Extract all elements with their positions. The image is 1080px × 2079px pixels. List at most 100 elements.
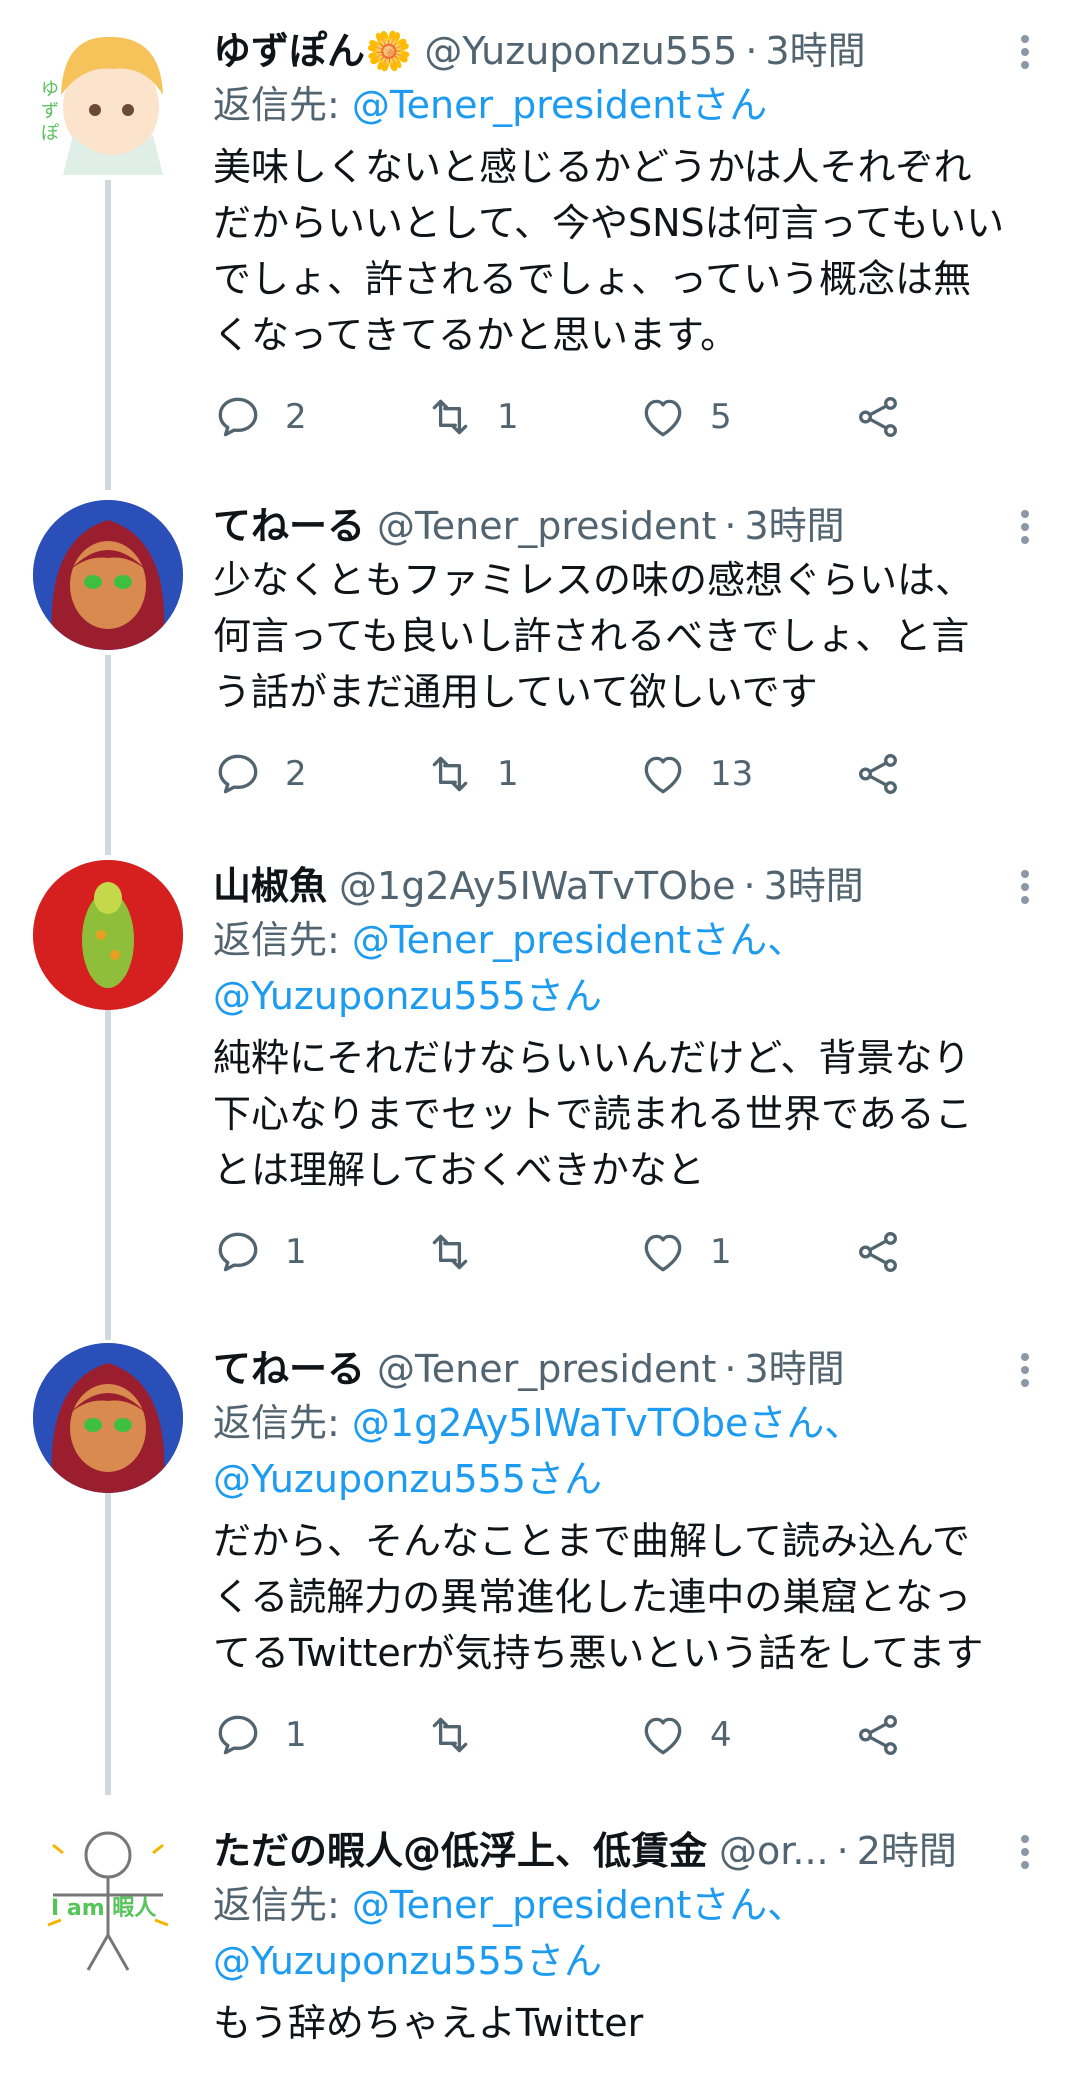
reply-icon: [218, 397, 258, 437]
more-options-icon[interactable]: [1010, 864, 1040, 910]
tweet-header: てねーる @Tener_president · 3時間: [213, 500, 1020, 552]
separator-dot: ·: [745, 29, 758, 73]
avatar[interactable]: [33, 860, 183, 1010]
like-count: 4: [710, 1715, 732, 1755]
retweet-button[interactable]: 1: [425, 387, 519, 447]
reply-to-label: 返信先:: [213, 1883, 340, 1927]
more-options-icon[interactable]: [1010, 504, 1040, 550]
more-options-icon[interactable]: [1010, 1347, 1040, 1393]
display-name[interactable]: ただの暇人@低浮上、低賃金: [213, 1825, 707, 1877]
reply-to-label: 返信先:: [213, 1401, 340, 1445]
retweet-count: 1: [497, 397, 519, 437]
retweet-icon: [432, 399, 468, 435]
reply-count: 2: [285, 397, 307, 437]
reply-button[interactable]: 1: [213, 1222, 307, 1282]
user-handle[interactable]: @1g2Ay5IWaTvTObe: [339, 860, 736, 912]
display-name[interactable]: てねーる: [213, 500, 365, 552]
reply-mention[interactable]: @Tener_presidentさん: [352, 83, 767, 127]
thread-line: [105, 1010, 111, 1340]
user-handle[interactable]: @Tener_president: [377, 1343, 716, 1395]
like-count: 5: [710, 397, 732, 437]
retweet-button[interactable]: 1: [425, 744, 519, 804]
svg-text:ゆ: ゆ: [41, 79, 59, 100]
reply-button[interactable]: 2: [213, 387, 307, 447]
separator-dot: ·: [836, 1829, 849, 1873]
tweet-text: 純粋にそれだけならいいんだけど、背景なり 下心なりまでセットで読まれる世界である…: [213, 1036, 973, 1192]
reply-to: 返信先: @Tener_presidentさん: [213, 77, 1020, 133]
heart-icon: [644, 756, 682, 794]
reply-count: 2: [285, 754, 307, 794]
reply-icon: [218, 1715, 258, 1755]
user-handle[interactable]: @Yuzuponzu555: [424, 25, 737, 77]
separator-dot: ·: [724, 504, 737, 548]
user-handle[interactable]: @Tener_president: [377, 500, 716, 552]
more-options-icon[interactable]: [1010, 29, 1040, 75]
share-icon: [859, 754, 897, 795]
like-count: 1: [710, 1232, 732, 1272]
reply-count: 1: [285, 1232, 307, 1272]
tweet-text: だから、そんなことまで曲解して読み込んで くる読解力の異常進化した連中の巣窟とな…: [213, 1519, 984, 1675]
separator-dot: ·: [743, 864, 756, 908]
action-bar: 2 1 13: [213, 744, 1020, 804]
timestamp[interactable]: 3時間: [765, 25, 865, 77]
like-button[interactable]: 5: [638, 387, 732, 447]
timestamp[interactable]: 3時間: [744, 1343, 844, 1395]
avatar[interactable]: [33, 1343, 183, 1493]
reply-button[interactable]: 1: [213, 1705, 307, 1765]
user-handle[interactable]: @or...: [719, 1825, 829, 1877]
reply-to: 返信先: @Tener_presidentさん、 @Yuzuponzu555さん: [213, 912, 1020, 1024]
reply-to: 返信先: @1g2Ay5IWaTvTObeさん、 @Yuzuponzu555さん: [213, 1395, 1020, 1507]
avatar[interactable]: ゆ ず ぽ: [33, 25, 183, 175]
reply-to: 返信先: @Tener_presidentさん、 @Yuzuponzu555さん: [213, 1877, 1020, 1989]
like-count: 13: [710, 754, 754, 794]
thread-line: [105, 655, 111, 855]
avatar[interactable]: I am 暇人: [33, 1825, 183, 1975]
share-icon: [859, 1232, 897, 1273]
retweet-button[interactable]: [425, 1222, 497, 1282]
like-button[interactable]: 13: [638, 744, 753, 804]
share-button[interactable]: [853, 387, 903, 447]
separator-dot: ·: [724, 1347, 737, 1391]
reply-icon: [218, 754, 258, 794]
share-icon: [859, 1715, 897, 1756]
reply-to-label: 返信先:: [213, 918, 340, 962]
share-button[interactable]: [853, 1222, 903, 1282]
timestamp[interactable]: 3時間: [764, 860, 864, 912]
retweet-icon: [432, 756, 468, 792]
tweet-header: 山椒魚 @1g2Ay5IWaTvTObe · 3時間: [213, 860, 1020, 912]
retweet-button[interactable]: [425, 1705, 497, 1765]
display-name[interactable]: ゆずぽん🌼: [213, 25, 412, 77]
tweet-header: ゆずぽん🌼 @Yuzuponzu555 · 3時間: [213, 25, 1020, 77]
like-button[interactable]: 4: [638, 1705, 732, 1765]
tweet-header: ただの暇人@低浮上、低賃金 @or... · 2時間: [213, 1825, 1020, 1877]
display-name[interactable]: 山椒魚: [213, 860, 327, 912]
heart-icon: [644, 1234, 682, 1272]
heart-icon: [644, 399, 682, 437]
display-name[interactable]: てねーる: [213, 1343, 365, 1395]
retweet-icon: [432, 1717, 468, 1753]
share-button[interactable]: [853, 744, 903, 804]
reply-to-label: 返信先:: [213, 83, 340, 127]
tweet-text: もう辞めちゃえよTwitter: [213, 2001, 644, 2045]
thread-line: [105, 1490, 111, 1795]
reply-count: 1: [285, 1715, 307, 1755]
action-bar: 1 1: [213, 1222, 1020, 1282]
more-options-icon[interactable]: [1010, 1829, 1040, 1875]
reply-button[interactable]: 2: [213, 744, 307, 804]
tweet-text: 美味しくないと感じるかどうかは人それぞれ だからいいとして、今やSNSは何言って…: [213, 145, 1005, 357]
share-button[interactable]: [853, 1705, 903, 1765]
timestamp[interactable]: 3時間: [744, 500, 844, 552]
svg-text:ぽ: ぽ: [41, 123, 59, 144]
avatar-label: I am 暇人: [51, 1896, 156, 1921]
tweet-text: 少なくともファミレスの味の感想ぐらいは、 何言っても良いし許されるべきでしょ、と…: [213, 558, 974, 714]
share-icon: [859, 397, 897, 438]
timestamp[interactable]: 2時間: [857, 1825, 957, 1877]
reply-icon: [218, 1232, 258, 1272]
retweet-count: 1: [497, 754, 519, 794]
avatar[interactable]: [33, 500, 183, 650]
tweet-header: てねーる @Tener_president · 3時間: [213, 1343, 1020, 1395]
svg-text:ず: ず: [41, 101, 59, 122]
retweet-icon: [432, 1234, 468, 1270]
like-button[interactable]: 1: [638, 1222, 732, 1282]
action-bar: 1 4: [213, 1705, 1020, 1765]
